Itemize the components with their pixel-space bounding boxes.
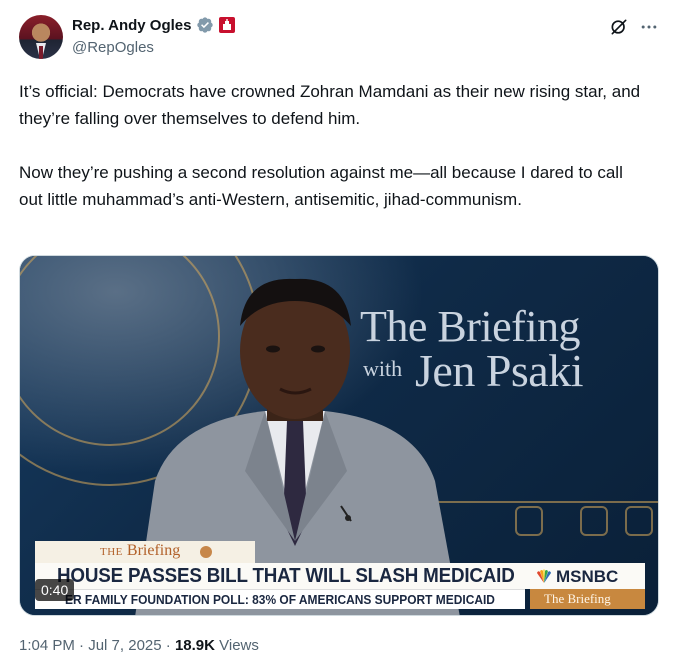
brand-dot-icon (200, 546, 212, 558)
network-sub-text: The Briefing (544, 591, 611, 606)
more-options-icon[interactable] (639, 17, 659, 37)
video-player[interactable]: The Briefing with Jen Psaki THE Briefing… (19, 255, 659, 616)
author-name[interactable]: Rep. Andy Ogles (72, 17, 191, 34)
background-panel (515, 506, 543, 536)
video-duration-badge: 0:40 (35, 579, 75, 601)
tweet-time[interactable]: 1:04 PM (19, 637, 75, 654)
tweet-header: Rep. Andy Ogles @RepOgles (19, 12, 659, 62)
network-sub-bar: The Briefing (530, 589, 645, 609)
headline-text: HOUSE PASSES BILL THAT WILL SLASH MEDICA… (57, 565, 515, 587)
tweet-date[interactable]: Jul 7, 2025 (88, 637, 161, 654)
network-logo: MSNBC (530, 563, 645, 589)
verified-badge-icon (197, 17, 214, 33)
views-count[interactable]: 18.9K (175, 637, 215, 654)
meta-separator: · (161, 637, 175, 654)
meta-separator: · (74, 637, 89, 654)
tweet-meta: 1:04 PM · Jul 7, 2025 · 18.9K Views (19, 637, 259, 654)
lower-third-brand: THE Briefing (35, 541, 255, 563)
grok-icon[interactable] (609, 17, 629, 37)
ticker-text: ER FAMILY FOUNDATION POLL: 83% OF AMERIC… (65, 592, 495, 607)
peacock-icon (537, 569, 551, 583)
news-lower-third: THE Briefing HOUSE PASSES BILL THAT WILL… (35, 541, 645, 609)
views-label: Views (214, 637, 259, 654)
background-panel (625, 506, 653, 536)
avatar[interactable] (19, 15, 63, 59)
tweet-text: It’s official: Democrats have crowned Zo… (19, 82, 641, 209)
network-name: MSNBC (556, 567, 619, 586)
author-handle[interactable]: @RepOgles (72, 39, 154, 56)
author-name-row: Rep. Andy Ogles (72, 16, 236, 34)
ticker-bar: ER FAMILY FOUNDATION POLL: 83% OF AMERIC… (35, 589, 525, 609)
us-house-flag-icon (219, 17, 236, 33)
background-panel (580, 506, 608, 536)
brand-title: THE Briefing (100, 542, 181, 559)
